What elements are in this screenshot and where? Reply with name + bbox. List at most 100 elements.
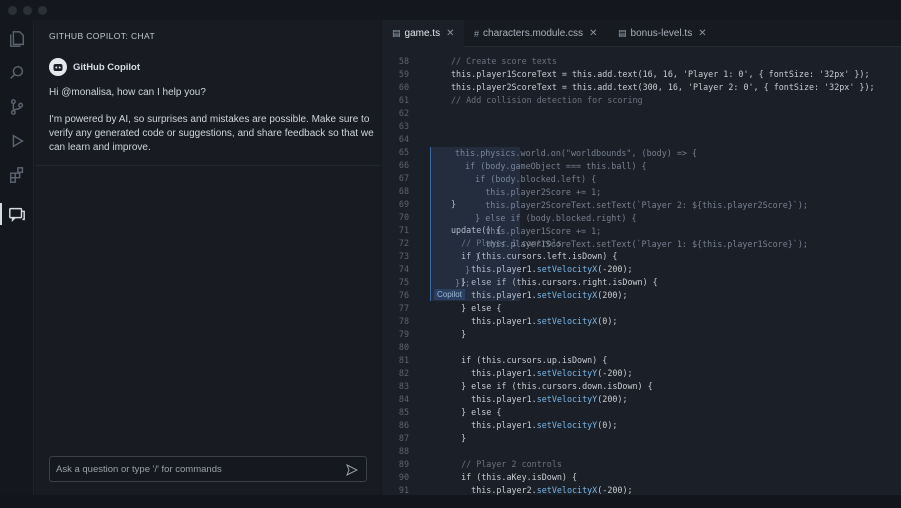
copilot-suggestion[interactable]: this.physics.world.on("worldbounds", (bo…: [430, 147, 808, 301]
line-number: 77: [398, 303, 409, 313]
line-number: 78: [398, 316, 409, 326]
window-titlebar: [0, 0, 901, 20]
code-line: 90 if (this.aKey.isDown) {: [382, 471, 901, 484]
line-text: if (this.aKey.isDown) {: [451, 472, 578, 482]
line-number: 62: [398, 108, 409, 118]
copilot-avatar: [49, 58, 67, 76]
suggestion-line: if (body.blocked.left) {: [455, 174, 597, 184]
source-control-button[interactable]: [0, 90, 34, 124]
window-maximize-dot[interactable]: [38, 6, 47, 15]
source-control-icon: [10, 99, 24, 115]
line-number: 88: [398, 446, 409, 456]
extensions-button[interactable]: [0, 158, 34, 192]
line-text: this.player2ScoreText = this.add.text(30…: [451, 82, 875, 92]
code-line: 84 this.player1.setVelocityY(200);: [382, 393, 901, 406]
ts-file-icon: ▤: [392, 28, 401, 38]
line-number: 69: [398, 199, 409, 209]
line-number: 65: [398, 147, 409, 157]
line-number: 76: [398, 290, 409, 300]
code-line: 83 } else if (this.cursors.down.isDown) …: [382, 380, 901, 393]
line-number: 71: [398, 225, 409, 235]
greeting-message: Hi @monalisa, how can I help you?: [49, 87, 206, 98]
line-text: } else {: [451, 407, 502, 417]
code-line: 81 if (this.cursors.up.isDown) {: [382, 354, 901, 367]
line-text: } else {: [451, 303, 502, 313]
editor-tabs: ▤ game.ts ✕ # characters.module.css ✕ ▤ …: [382, 20, 901, 47]
tab-game-ts[interactable]: ▤ game.ts ✕: [382, 20, 464, 47]
chat-panel-title: GITHUB COPILOT: CHAT: [49, 31, 156, 41]
code-line: 86 this.player1.setVelocityY(0);: [382, 419, 901, 432]
search-button[interactable]: [0, 56, 34, 90]
line-number: 63: [398, 121, 409, 131]
line-text: // Create score texts: [451, 56, 557, 66]
code-editor: ▤ game.ts ✕ # characters.module.css ✕ ▤ …: [382, 20, 901, 495]
chat-icon: [9, 207, 25, 223]
chat-button[interactable]: [0, 197, 34, 231]
suggestion-line: this.physics.world.on("worldbounds", (bo…: [455, 148, 698, 158]
line-number: 58: [398, 56, 409, 66]
code-line: 80: [382, 341, 901, 354]
copilot-suggestion-badge[interactable]: Copilot: [434, 289, 465, 300]
explorer-button[interactable]: [0, 22, 34, 56]
line-number: 70: [398, 212, 409, 222]
window-close-dot[interactable]: [8, 6, 17, 15]
line-text: this.player1ScoreText = this.add.text(16…: [451, 69, 870, 79]
line-number: 68: [398, 186, 409, 196]
suggestion-line: }: [455, 265, 471, 275]
line-number: 72: [398, 238, 409, 248]
code-line: 60 this.player2ScoreText = this.add.text(…: [382, 81, 901, 94]
search-icon: [10, 65, 24, 79]
code-line: 63: [382, 120, 901, 133]
code-line: 59 this.player1ScoreText = this.add.text(…: [382, 68, 901, 81]
line-number: 64: [398, 134, 409, 144]
line-number: 87: [398, 433, 409, 443]
copilot-icon: [53, 64, 63, 71]
code-line: 61 // Add collision detection for scoring: [382, 94, 901, 107]
line-number: 86: [398, 420, 409, 430]
send-icon[interactable]: [346, 464, 358, 476]
line-text: // Add collision detection for scoring: [451, 95, 643, 105]
suggestion-line: }: [455, 252, 481, 262]
line-text: this.player1.setVelocityY(0);: [451, 420, 618, 430]
suggestion-line: if (body.gameObject === this.ball) {: [455, 161, 647, 171]
line-number: 79: [398, 329, 409, 339]
ts-file-icon: ▤: [618, 28, 627, 38]
suggestion-line: this.player2Score += 1;: [455, 187, 602, 197]
line-number: 89: [398, 459, 409, 469]
line-number: 59: [398, 69, 409, 79]
code-line: 88: [382, 445, 901, 458]
close-icon[interactable]: ✕: [589, 28, 597, 39]
window-minimize-dot[interactable]: [23, 6, 32, 15]
chat-input-placeholder: Ask a question or type '/' for commands: [56, 464, 222, 475]
line-text: this.player1.setVelocityY(-200);: [451, 368, 633, 378]
code-line: 78 this.player1.setVelocityX(0);: [382, 315, 901, 328]
code-line: 79 }: [382, 328, 901, 341]
divider: [35, 165, 381, 166]
copilot-chat-panel: GITHUB COPILOT: CHAT GitHub Copilot Hi @…: [35, 20, 381, 495]
line-number: 60: [398, 82, 409, 92]
close-icon[interactable]: ✕: [446, 28, 454, 39]
close-icon[interactable]: ✕: [698, 28, 706, 39]
extensions-icon: [9, 167, 24, 183]
line-text: if (this.cursors.up.isDown) {: [451, 355, 608, 365]
tab-characters-module-css[interactable]: # characters.module.css ✕: [466, 20, 606, 47]
line-text: }: [451, 433, 467, 443]
line-number: 73: [398, 251, 409, 261]
chat-input[interactable]: Ask a question or type '/' for commands: [49, 456, 367, 482]
tab-label: game.ts: [404, 28, 441, 39]
line-text: this.player1.setVelocityX(0);: [451, 316, 618, 326]
code-line: 85 } else {: [382, 406, 901, 419]
suggestion-line: this.player1Score += 1;: [455, 226, 602, 236]
activity-bar: [0, 20, 34, 508]
disclaimer-message: I'm powered by AI, so surprises and mist…: [49, 114, 374, 153]
line-number: 74: [398, 264, 409, 274]
line-number: 83: [398, 381, 409, 391]
line-number: 75: [398, 277, 409, 287]
line-number: 82: [398, 368, 409, 378]
run-debug-icon: [12, 134, 24, 148]
line-number: 67: [398, 173, 409, 183]
run-debug-button[interactable]: [0, 124, 34, 158]
tab-bonus-level-ts[interactable]: ▤ bonus-level.ts ✕: [608, 20, 718, 47]
line-number: 84: [398, 394, 409, 404]
tab-label: characters.module.css: [483, 28, 584, 39]
